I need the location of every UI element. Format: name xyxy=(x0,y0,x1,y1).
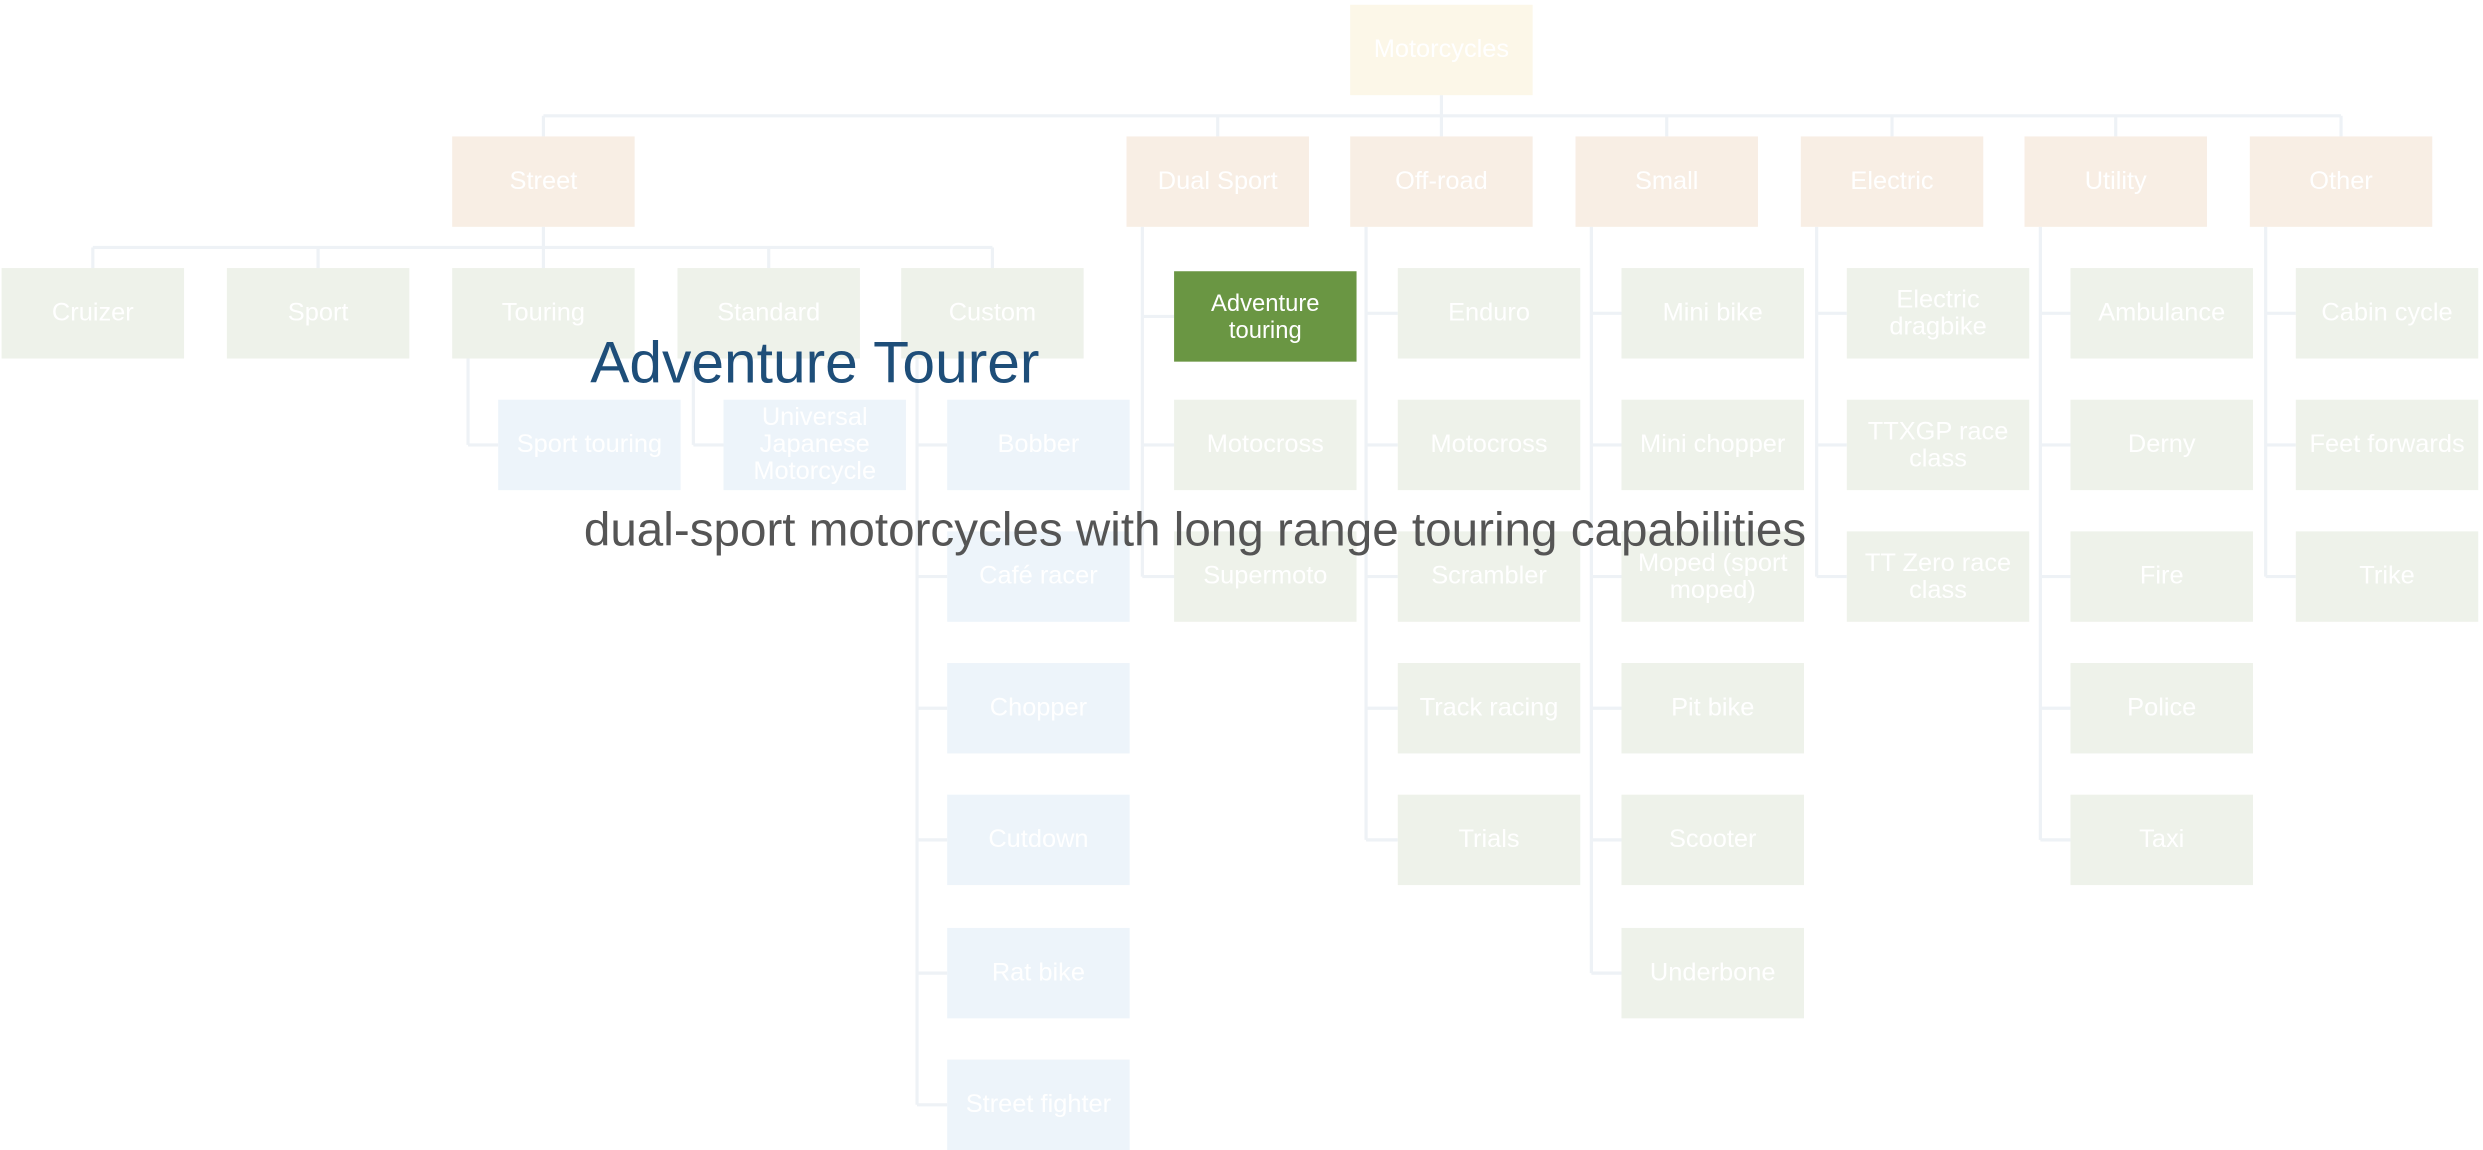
node-offroad-motocross[interactable]: Motocross xyxy=(1397,399,1581,491)
node-trike[interactable]: Trike xyxy=(2295,531,2479,622)
node-electric[interactable]: Electric xyxy=(1800,136,1984,227)
node-underbone[interactable]: Underbone xyxy=(1621,927,1804,1019)
node-taxi[interactable]: Taxi xyxy=(2070,794,2253,886)
node-police[interactable]: Police xyxy=(2070,663,2253,754)
node-enduro[interactable]: Enduro xyxy=(1397,268,1581,359)
node-utility[interactable]: Utility xyxy=(2024,136,2207,227)
node-tt-zero-race-class[interactable]: TT Zero race class xyxy=(1846,531,2030,622)
node-other[interactable]: Other xyxy=(2249,136,2433,227)
node-chopper[interactable]: Chopper xyxy=(947,663,1130,754)
node-mini-bike[interactable]: Mini bike xyxy=(1621,268,1804,359)
node-street-fighter[interactable]: Street fighter xyxy=(947,1059,1130,1150)
tooltip-title: Adventure Tourer xyxy=(590,329,1040,395)
node-ambulance[interactable]: Ambulance xyxy=(2070,268,2253,359)
node-rat-bike[interactable]: Rat bike xyxy=(947,927,1130,1019)
node-derny[interactable]: Derny xyxy=(2070,399,2253,491)
node-street[interactable]: Street xyxy=(452,136,635,227)
node-scooter[interactable]: Scooter xyxy=(1621,794,1804,886)
node-bobber[interactable]: Bobber xyxy=(947,399,1130,491)
node-dual-motocross[interactable]: Motocross xyxy=(1174,399,1357,491)
node-small[interactable]: Small xyxy=(1575,136,1758,227)
node-trials[interactable]: Trials xyxy=(1397,794,1581,886)
node-pit-bike[interactable]: Pit bike xyxy=(1621,663,1804,754)
node-dual-sport[interactable]: Dual Sport xyxy=(1126,136,1309,227)
node-universal-japanese-motorcycle[interactable]: Universal Japanese Motorcycle xyxy=(723,399,906,491)
node-feet-forwards[interactable]: Feet forwards xyxy=(2295,399,2479,491)
node-off-road[interactable]: Off-road xyxy=(1350,136,1533,227)
node-ttxgp-race-class[interactable]: TTXGP race class xyxy=(1846,399,2030,491)
node-cutdown[interactable]: Cutdown xyxy=(947,794,1130,886)
node-track-racing[interactable]: Track racing xyxy=(1397,663,1581,754)
node-cruizer[interactable]: Cruizer xyxy=(1,268,185,359)
node-electric-dragbike[interactable]: Electric dragbike xyxy=(1846,268,2030,359)
node-sport[interactable]: Sport xyxy=(226,268,410,359)
diagram-canvas: Motorcycles Street Dual Sport Off-road S… xyxy=(0,0,2483,1150)
node-fire[interactable]: Fire xyxy=(2070,531,2253,622)
tooltip-description: dual-sport motorcycles with long range t… xyxy=(583,504,1807,557)
node-sport-touring[interactable]: Sport touring xyxy=(498,399,681,491)
node-mini-chopper[interactable]: Mini chopper xyxy=(1621,399,1804,491)
node-motorcycles[interactable]: Motorcycles xyxy=(1350,4,1533,96)
node-cabin-cycle[interactable]: Cabin cycle xyxy=(2295,268,2479,359)
node-adventure-touring[interactable]: Adventure touring xyxy=(1174,271,1357,362)
